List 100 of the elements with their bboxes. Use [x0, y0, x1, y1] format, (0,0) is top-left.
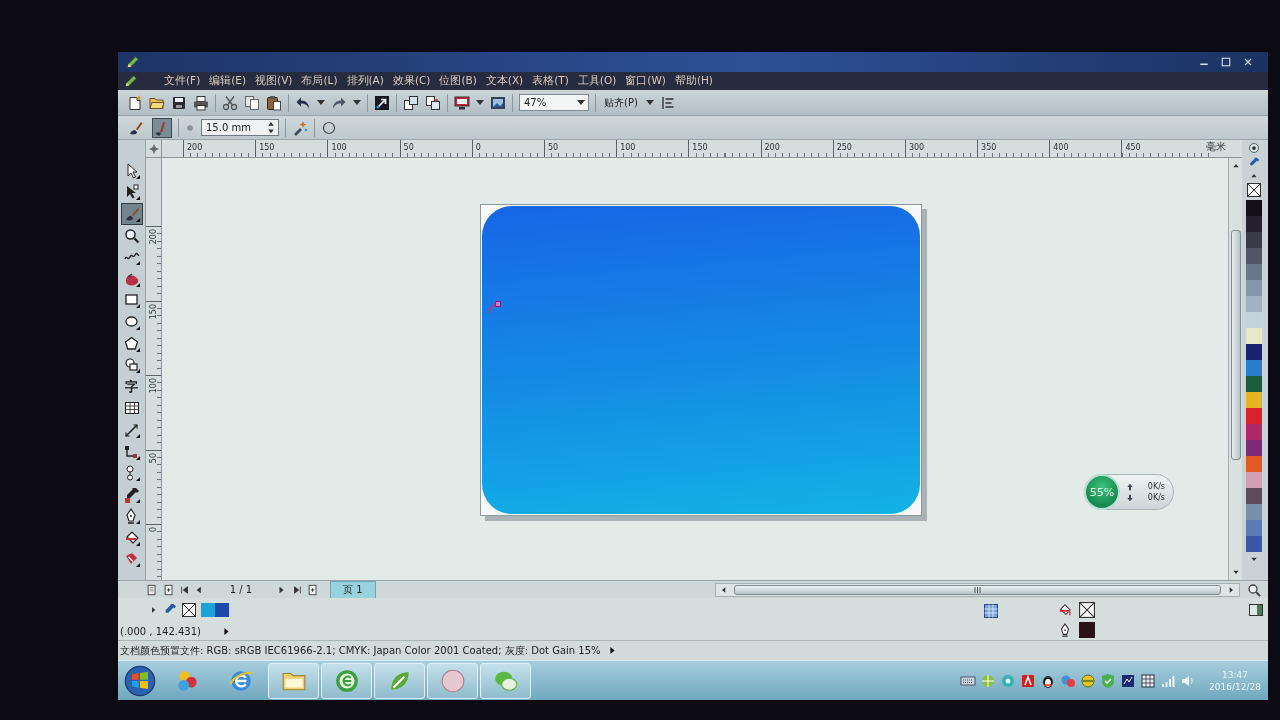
- first-page-icon[interactable]: [180, 584, 190, 595]
- document-color-swatch[interactable]: [201, 603, 215, 617]
- copy-icon[interactable]: [244, 94, 260, 111]
- color-swatch[interactable]: [1246, 296, 1262, 312]
- menu-item[interactable]: 文本(X): [482, 74, 527, 88]
- monitor-icon[interactable]: [454, 94, 470, 111]
- download-arrow-icon: [1126, 493, 1134, 502]
- taskbar-button[interactable]: [321, 662, 372, 699]
- picture-frame-icon[interactable]: [490, 94, 506, 111]
- page-tab[interactable]: 页 1: [330, 580, 376, 599]
- menu-item[interactable]: 布局(L): [298, 74, 341, 88]
- color-swatch[interactable]: [1246, 328, 1262, 344]
- menu-item[interactable]: 编辑(E): [206, 74, 250, 88]
- docker-panel-icon[interactable]: [1248, 602, 1264, 618]
- color-swatch[interactable]: [1246, 264, 1262, 280]
- caret-icon[interactable]: [353, 100, 361, 105]
- caret-icon[interactable]: [645, 100, 654, 105]
- striped-ball-icon[interactable]: [1080, 672, 1096, 689]
- play-arrow-icon[interactable]: [608, 646, 616, 655]
- scrollbar-thumb[interactable]: [1230, 230, 1241, 460]
- menu-item[interactable]: 工具(O): [574, 74, 620, 88]
- align-lines-icon[interactable]: [659, 94, 676, 111]
- nib-size-spinbox[interactable]: 15.0 mm: [201, 119, 279, 136]
- color-swatch[interactable]: [1246, 232, 1262, 248]
- menu-item[interactable]: 帮助(H): [671, 74, 716, 88]
- taskbar-button[interactable]: [268, 662, 319, 699]
- import-icon[interactable]: [374, 94, 390, 111]
- peak-tile-icon[interactable]: [1020, 672, 1036, 689]
- up-arrow-icon[interactable]: [1231, 162, 1240, 170]
- color-swatch[interactable]: [1246, 472, 1262, 488]
- grid-swatch-icon[interactable]: [983, 603, 999, 619]
- crosshair-icon[interactable]: [148, 143, 159, 154]
- color-swatch[interactable]: [1246, 360, 1262, 376]
- zoom-level-dropdown[interactable]: 47%: [519, 94, 589, 111]
- color-swatch[interactable]: [1246, 536, 1262, 552]
- left-arrow-icon[interactable]: [720, 585, 728, 594]
- cursor-coordinates: (.000 , 142.431): [120, 625, 201, 637]
- menu-item[interactable]: 位图(B): [436, 74, 480, 88]
- ruler-label: 450: [1124, 143, 1141, 153]
- down-arrow-icon[interactable]: [1231, 568, 1240, 576]
- color-swatch[interactable]: [1246, 344, 1262, 360]
- paste-clipboard-icon[interactable]: [266, 94, 282, 111]
- color-swatch[interactable]: [1246, 504, 1262, 520]
- stacked-pages-icon[interactable]: [403, 94, 419, 111]
- no-color-swatch[interactable]: [182, 603, 196, 617]
- caret-icon[interactable]: [476, 100, 484, 105]
- brush-toggle-button[interactable]: [152, 117, 172, 138]
- menu-item[interactable]: 排列(A): [343, 74, 387, 88]
- no-fill-swatch[interactable]: [1079, 602, 1095, 618]
- color-swatch[interactable]: [1246, 216, 1262, 232]
- document-color-swatch[interactable]: [215, 603, 229, 617]
- last-page-icon[interactable]: [292, 584, 302, 595]
- menu-item[interactable]: 窗口(W): [622, 74, 669, 88]
- color-swatch[interactable]: [1246, 440, 1262, 456]
- menu-item[interactable]: 效果(C): [389, 74, 434, 88]
- zoom-icon[interactable]: [1247, 582, 1261, 597]
- menu-item[interactable]: 表格(T): [529, 74, 572, 88]
- smudge-brush-tool[interactable]: [120, 203, 143, 225]
- menu-item[interactable]: 视图(V): [252, 74, 296, 88]
- grid-icon[interactable]: [1140, 672, 1156, 689]
- circle-icon[interactable]: [321, 119, 337, 136]
- color-swatch[interactable]: [1246, 200, 1262, 216]
- up-arrow-icon[interactable]: [1250, 172, 1258, 180]
- add-page-icon[interactable]: [163, 583, 175, 596]
- brush-sparkle-icon[interactable]: [292, 119, 308, 136]
- snap-button[interactable]: 贴齐(P): [602, 95, 640, 110]
- color-swatch[interactable]: [1246, 376, 1262, 392]
- color-swatch[interactable]: [1246, 456, 1262, 472]
- start-orb-icon[interactable]: [124, 664, 156, 697]
- color-swatch[interactable]: [1246, 392, 1262, 408]
- scissors-icon[interactable]: [222, 94, 238, 111]
- color-swatch[interactable]: [1246, 280, 1262, 296]
- new-document-icon[interactable]: [127, 94, 143, 111]
- color-profile-text: 文档颜色预置文件: RGB: sRGB IEC61966-2.1; CMYK: Japan Color 2001 Coated; 灰度: Dot Gain 15%: [120, 643, 601, 658]
- color-swatch[interactable]: [1246, 408, 1262, 424]
- scrollbar-thumb[interactable]: [734, 584, 1221, 595]
- color-swatch[interactable]: [1246, 520, 1262, 536]
- add-page-icon[interactable]: [307, 583, 319, 596]
- color-swatch[interactable]: [1246, 488, 1262, 504]
- color-swatch[interactable]: [1246, 424, 1262, 440]
- outline-color-swatch[interactable]: [1079, 622, 1095, 638]
- chart-tile-icon[interactable]: [1120, 672, 1136, 689]
- caret-right-icon[interactable]: [150, 606, 158, 614]
- close-icon[interactable]: [1242, 56, 1254, 68]
- caret-icon[interactable]: [317, 100, 325, 105]
- spinner-arrows-icon[interactable]: [266, 120, 276, 135]
- page-layout-icon[interactable]: [146, 583, 158, 596]
- color-swatch[interactable]: [1246, 312, 1262, 328]
- palette-options-icon[interactable]: [1248, 142, 1260, 154]
- menu-item[interactable]: 文件(F): [161, 74, 204, 88]
- overlapping-pages-icon[interactable]: [425, 94, 441, 111]
- color-swatch[interactable]: [1246, 248, 1262, 264]
- right-arrow-icon[interactable]: [1227, 585, 1235, 594]
- play-arrow-icon[interactable]: [222, 626, 230, 636]
- printer-icon[interactable]: [193, 94, 209, 111]
- down-arrow-icon[interactable]: [1250, 555, 1258, 563]
- no-color-swatch[interactable]: [1247, 183, 1261, 197]
- text-tool[interactable]: 字: [120, 375, 143, 398]
- maximize-icon[interactable]: [1220, 56, 1232, 68]
- taskbar-button[interactable]: [374, 662, 425, 699]
